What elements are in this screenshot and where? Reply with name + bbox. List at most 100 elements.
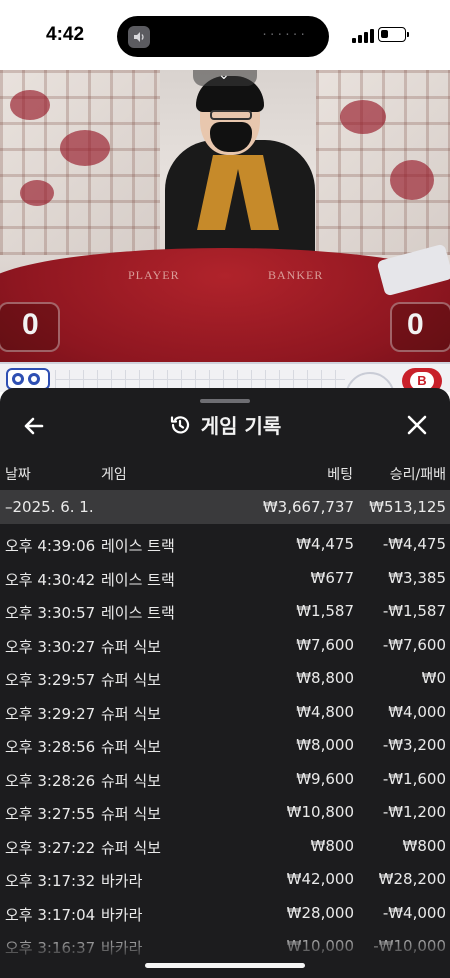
history-row-time: 오후 3:30:27 [5, 637, 96, 656]
dealer-glasses [210, 110, 252, 120]
history-row-time: 오후 4:30:42 [5, 570, 96, 589]
history-row[interactable]: 오후 3:28:56 슈퍼 식보 ₩8,000 -₩3,200 [0, 728, 450, 761]
summary-result: ₩513,125 [369, 498, 446, 516]
list-fade [0, 930, 450, 978]
history-row-time: 오후 3:28:56 [5, 738, 96, 756]
decorative-screen-right [316, 70, 450, 255]
history-row-time: 오후 3:29:27 [5, 704, 96, 723]
date-summary-row[interactable]: –2025. 6. 1. ₩3,667,737 ₩513,125 [0, 490, 450, 524]
table-label-player: PLAYER [128, 268, 180, 282]
summary-bet: ₩3,667,737 [262, 498, 354, 516]
history-row-game: 슈퍼 식보 [101, 838, 161, 857]
island-dots: ······ [261, 28, 307, 41]
home-indicator[interactable] [145, 963, 305, 968]
history-row[interactable]: 오후 3:27:55 슈퍼 식보 ₩10,800 -₩1,200 [0, 795, 450, 828]
battery-level [381, 30, 388, 38]
status-time: 4:42 [46, 24, 85, 45]
history-row-bet: ₩800 [310, 836, 354, 855]
history-row[interactable]: 오후 3:29:57 슈퍼 식보 ₩8,800 ₩0 [0, 661, 450, 694]
history-row-time: 오후 3:28:26 [5, 771, 96, 790]
history-icon [169, 414, 191, 441]
history-row-bet: ₩10,800 [286, 803, 354, 821]
panel-title-text: 게임 기록 [200, 414, 282, 438]
history-row-result: ₩28,200 [378, 870, 446, 888]
history-row-game: 슈퍼 식보 [101, 637, 161, 656]
history-row-time: 오후 3:27:22 [5, 838, 96, 857]
history-row-game: 슈퍼 식보 [101, 738, 161, 756]
history-row-result: ₩800 [402, 836, 446, 855]
history-row-time: 오후 3:17:04 [5, 905, 96, 924]
history-row-game: 바카라 [101, 872, 143, 890]
history-row[interactable]: 오후 3:17:04 바카라 ₩28,000 -₩4,000 [0, 896, 450, 929]
history-row-time: 오후 4:39:06 [5, 537, 96, 555]
close-icon [407, 415, 427, 435]
history-row-result: -₩1,600 [382, 769, 446, 788]
history-row-time: 오후 3:27:55 [5, 805, 96, 823]
blossom-decoration [340, 100, 386, 134]
history-row-game: 슈퍼 식보 [101, 805, 161, 823]
history-row-result: -₩4,000 [382, 903, 446, 922]
history-row-game: 슈퍼 식보 [101, 671, 161, 689]
history-row-game: 레이스 트랙 [101, 570, 175, 589]
history-row-result: ₩0 [421, 669, 446, 687]
history-row-result: ₩3,385 [388, 568, 446, 587]
collapse-video-handle[interactable]: ⌄ [193, 67, 257, 86]
history-row-time: 오후 3:17:32 [5, 872, 96, 890]
live-video-stream[interactable]: PLAYER BANKER 0 0 [0, 70, 450, 362]
history-row[interactable]: 오후 3:30:27 슈퍼 식보 ₩7,600 -₩7,600 [0, 628, 450, 661]
history-row-result: -₩3,200 [382, 736, 446, 754]
history-row-game: 레이스 트랙 [101, 537, 175, 555]
close-button[interactable] [405, 413, 429, 437]
history-row[interactable]: 오후 4:30:42 레이스 트랙 ₩677 ₩3,385 [0, 561, 450, 594]
history-row-bet: ₩7,600 [296, 635, 354, 654]
status-bar: 4:42 ······ [0, 0, 450, 70]
cellular-signal-icon [352, 29, 374, 43]
sheet-grabber[interactable] [200, 399, 250, 403]
history-row-result: -₩1,587 [382, 602, 446, 620]
player-score: 0 [22, 308, 39, 341]
roadmap-grid [55, 370, 345, 390]
history-row-bet: ₩42,000 [286, 870, 354, 888]
history-row-result: -₩7,600 [382, 635, 446, 654]
history-row-bet: ₩9,600 [296, 769, 354, 788]
blossom-decoration [10, 90, 50, 120]
history-row-game: 레이스 트랙 [101, 604, 175, 622]
battery-cap [407, 32, 409, 37]
roadmap-logo-icon[interactable] [6, 368, 50, 390]
column-header-game: 게임 [101, 467, 127, 483]
history-row-result: -₩1,200 [382, 803, 446, 821]
table-label-banker: BANKER [268, 268, 324, 282]
history-row-bet: ₩4,475 [296, 535, 354, 553]
blossom-decoration [60, 130, 110, 166]
history-row-bet: ₩677 [310, 568, 354, 587]
summary-date: –2025. 6. 1. [5, 498, 94, 516]
history-row-result: ₩4,000 [388, 702, 446, 721]
history-row[interactable]: 오후 3:27:22 슈퍼 식보 ₩800 ₩800 [0, 829, 450, 862]
chevron-down-icon: ⌄ [218, 67, 230, 83]
speaker-icon [128, 26, 150, 48]
history-row-time: 오후 3:30:57 [5, 604, 96, 622]
history-row[interactable]: 오후 3:28:26 슈퍼 식보 ₩9,600 -₩1,600 [0, 762, 450, 795]
history-row-bet: ₩1,587 [296, 602, 354, 620]
history-row-bet: ₩8,000 [296, 736, 354, 754]
battery-icon [378, 27, 406, 42]
history-row-time: 오후 3:29:57 [5, 671, 96, 689]
history-row-game: 슈퍼 식보 [101, 704, 161, 723]
history-row-bet: ₩28,000 [286, 903, 354, 922]
blossom-decoration [20, 180, 54, 206]
history-row-bet: ₩4,800 [296, 702, 354, 721]
history-row[interactable]: 오후 4:39:06 레이스 트랙 ₩4,475 -₩4,475 [0, 527, 450, 560]
history-row-game: 바카라 [101, 905, 143, 924]
history-row[interactable]: 오후 3:29:27 슈퍼 식보 ₩4,800 ₩4,000 [0, 695, 450, 728]
column-header-date: 날짜 [5, 467, 31, 483]
history-row[interactable]: 오후 3:17:32 바카라 ₩42,000 ₩28,200 [0, 862, 450, 895]
dealer-mask [210, 122, 252, 152]
column-header-bet: 베팅 [327, 467, 353, 483]
column-header-result: 승리/패배 [389, 467, 446, 483]
dynamic-island: ······ [117, 16, 329, 57]
history-row[interactable]: 오후 3:30:57 레이스 트랙 ₩1,587 -₩1,587 [0, 594, 450, 627]
history-row-bet: ₩8,800 [296, 669, 354, 687]
blossom-decoration [390, 160, 434, 200]
history-row-game: 슈퍼 식보 [101, 771, 161, 790]
banker-score: 0 [407, 308, 424, 341]
